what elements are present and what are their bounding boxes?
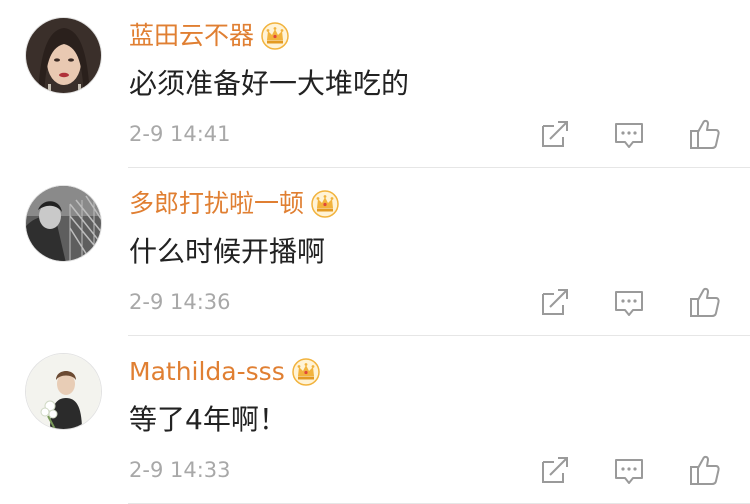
crown-icon — [310, 189, 340, 219]
username[interactable]: 多郎打扰啦一顿 — [129, 186, 304, 222]
comment-item: Mathilda-sss 等了4年啊！ 2-9 14:33 — [0, 336, 750, 504]
avatar[interactable] — [25, 17, 102, 94]
comment-text: 什么时候开播啊 — [129, 235, 326, 268]
avatar[interactable] — [25, 353, 102, 430]
forward-button[interactable] — [538, 285, 572, 319]
comment-item: 蓝田云不器 必须准备好一大堆吃的 2-9 14:41 — [0, 0, 750, 168]
avatar[interactable] — [25, 185, 102, 262]
comment-button[interactable] — [612, 285, 646, 319]
forward-button[interactable] — [538, 117, 572, 151]
comment-icon — [615, 291, 643, 316]
comment-time: 2-9 14:41 — [129, 122, 231, 146]
comment-item: 多郎打扰啦一顿 什么时候开播啊 2-9 14:36 — [0, 168, 750, 336]
comment-button[interactable] — [612, 117, 646, 151]
comment-text: 必须准备好一大堆吃的 — [129, 67, 410, 100]
forward-icon — [542, 121, 568, 147]
thumbs-up-icon — [690, 287, 720, 317]
comment-text: 等了4年啊！ — [129, 403, 287, 436]
like-button[interactable] — [688, 117, 722, 151]
forward-button[interactable] — [538, 453, 572, 487]
thumbs-up-icon — [690, 455, 720, 485]
forward-icon — [542, 289, 568, 315]
comment-icon — [615, 459, 643, 484]
comment-button[interactable] — [612, 453, 646, 487]
like-button[interactable] — [688, 285, 722, 319]
comment-time: 2-9 14:36 — [129, 290, 231, 314]
comment-time: 2-9 14:33 — [129, 458, 231, 482]
thumbs-up-icon — [690, 119, 720, 149]
username-row: Mathilda-sss — [129, 354, 321, 390]
crown-icon — [260, 21, 290, 51]
username[interactable]: 蓝田云不器 — [129, 18, 254, 54]
like-button[interactable] — [688, 453, 722, 487]
username-row: 蓝田云不器 — [129, 18, 290, 54]
crown-icon — [291, 357, 321, 387]
username[interactable]: Mathilda-sss — [129, 354, 285, 390]
comment-icon — [615, 123, 643, 148]
forward-icon — [542, 457, 568, 483]
username-row: 多郎打扰啦一顿 — [129, 186, 340, 222]
